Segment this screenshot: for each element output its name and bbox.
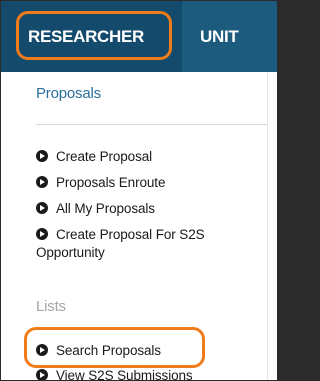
menu-item-view-s2s-submissions[interactable]: View S2S Submissions xyxy=(36,367,193,381)
circle-chevron-right-icon xyxy=(36,228,48,240)
top-navigation-bar: RESEARCHER UNIT xyxy=(1,1,277,72)
screenshot-frame: RESEARCHER UNIT Proposals Create Proposa… xyxy=(0,0,278,381)
section-title-proposals: Proposals xyxy=(36,85,101,102)
menu-right-edge xyxy=(267,72,277,380)
tab-unit[interactable]: UNIT xyxy=(200,1,277,72)
menu-item-create-proposal[interactable]: Create Proposal xyxy=(36,148,152,166)
menu-item-label: View S2S Submissions xyxy=(56,368,193,381)
menu-item-label: Proposals Enroute xyxy=(56,175,166,190)
menu-item-all-my-proposals[interactable]: All My Proposals xyxy=(36,200,155,218)
highlight-outline-search-proposals xyxy=(24,327,205,368)
circle-chevron-right-icon xyxy=(36,369,48,380)
tab-unit-label: UNIT xyxy=(200,27,239,46)
menu-item-proposals-enroute[interactable]: Proposals Enroute xyxy=(36,174,165,192)
circle-chevron-right-icon xyxy=(36,150,48,162)
menu-item-create-proposal-s2s[interactable]: Create Proposal For S2S Opportunity xyxy=(36,226,266,262)
highlight-outline-researcher-tab xyxy=(16,11,172,60)
circle-chevron-right-icon xyxy=(36,176,48,188)
section-divider xyxy=(36,124,267,125)
circle-chevron-right-icon xyxy=(36,202,48,214)
menu-item-label: All My Proposals xyxy=(56,201,155,216)
menu-item-label: Create Proposal xyxy=(56,149,153,164)
section-title-lists: Lists xyxy=(36,298,66,315)
menu-item-label: Create Proposal For S2S Opportunity xyxy=(36,227,205,260)
